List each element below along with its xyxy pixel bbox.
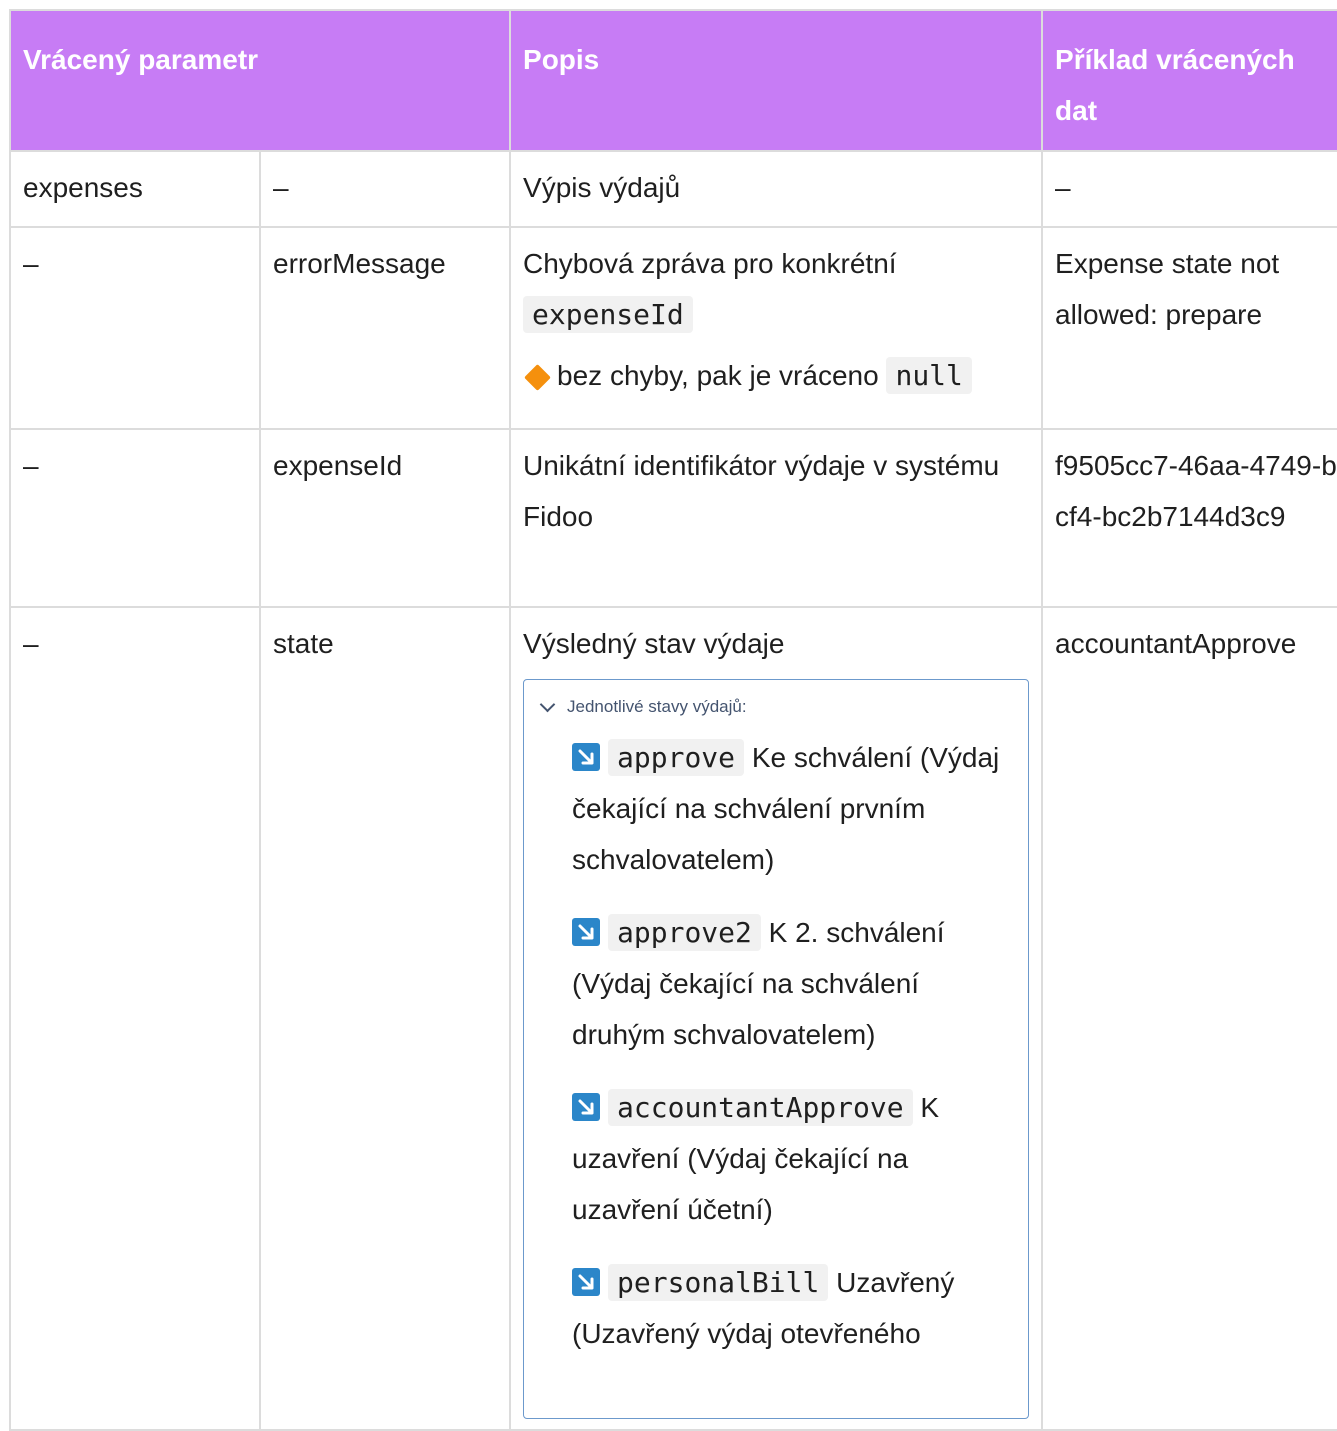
header-example: Příklad vrácených dat <box>1041 9 1337 152</box>
cell-param: expenses <box>9 150 261 228</box>
cell-subparam: errorMessage <box>258 226 512 430</box>
table-row: – expenseId Unikátní identifikátor výdaj… <box>9 428 1337 608</box>
cell-description: Unikátní identifikátor výdaje v systému … <box>509 428 1044 608</box>
table-header-row: Vrácený parametr Popis Příklad vrácených… <box>8 9 1337 152</box>
states-expand: Jednotlivé stavy výdajů: approve Ke schv… <box>523 679 1030 1419</box>
orange-diamond-icon <box>524 364 551 391</box>
description-text: Výsledný stav výdaje <box>523 628 785 659</box>
list-item: accountantApprove K uzavření (Výdaj čeka… <box>572 1082 1008 1235</box>
arrow-down-right-icon <box>572 743 601 771</box>
cell-example: – <box>1041 150 1337 228</box>
note-label: bez chyby, pak je vráceno <box>557 360 879 391</box>
state-code: approve2 <box>608 914 761 951</box>
table-row: expenses – Výpis výdajů – <box>9 150 1337 228</box>
expand-title: Jednotlivé stavy výdajů: <box>567 697 747 716</box>
cell-param: – <box>9 606 261 1431</box>
header-param: Vrácený parametr <box>8 9 512 152</box>
state-code: approve <box>608 739 745 776</box>
state-code: personalBill <box>608 1264 829 1301</box>
return-params-table: Vrácený parametr Popis Příklad vrácených… <box>8 9 1337 1431</box>
cell-description: Chybová zpráva pro konkrétní expenseId b… <box>509 226 1044 430</box>
inline-code: null <box>886 357 972 394</box>
list-item: personalBill Uzavřený (Uzavřený výdaj ot… <box>572 1257 1008 1359</box>
header-description: Popis <box>509 9 1044 152</box>
cell-example: f9505cc7-46aa-4749-bcf4-bc2b7144d3c9 <box>1041 428 1337 608</box>
state-code: accountantApprove <box>608 1089 913 1126</box>
cell-example: Expense state not allowed: prepare <box>1041 226 1337 430</box>
arrow-down-right-icon <box>572 1093 601 1121</box>
description-label: Chybová zpráva pro konkrétní <box>523 248 897 279</box>
list-item: approve2 K 2. schválení (Výdaj čekající … <box>572 907 1008 1060</box>
cell-description: Výsledný stav výdaje Jednotlivé stavy vý… <box>509 606 1044 1431</box>
cell-subparam: expenseId <box>258 428 512 608</box>
expand-toggle[interactable]: Jednotlivé stavy výdajů: <box>524 690 1028 724</box>
table-row: – errorMessage Chybová zpráva pro konkré… <box>9 226 1337 430</box>
arrow-down-right-icon <box>572 1268 601 1296</box>
cell-description: Výpis výdajů <box>509 150 1044 228</box>
chevron-down-icon <box>539 696 556 712</box>
list-item: approve Ke schválení (Výdaj čekající na … <box>572 732 1008 885</box>
table-row: – state Výsledný stav výdaje Jednotlivé … <box>9 606 1337 1431</box>
cell-param: – <box>9 428 261 608</box>
note-text: bez chyby, pak je vráceno null <box>523 350 1029 401</box>
cell-subparam: state <box>258 606 512 1431</box>
cell-subparam: – <box>258 150 512 228</box>
arrow-down-right-icon <box>572 918 601 946</box>
description-text: Chybová zpráva pro konkrétní expenseId <box>523 238 1029 340</box>
state-list: approve Ke schválení (Výdaj čekající na … <box>524 732 1028 1359</box>
cell-param: – <box>9 226 261 430</box>
inline-code: expenseId <box>523 296 693 333</box>
cell-example: accountantApprove <box>1041 606 1337 1431</box>
